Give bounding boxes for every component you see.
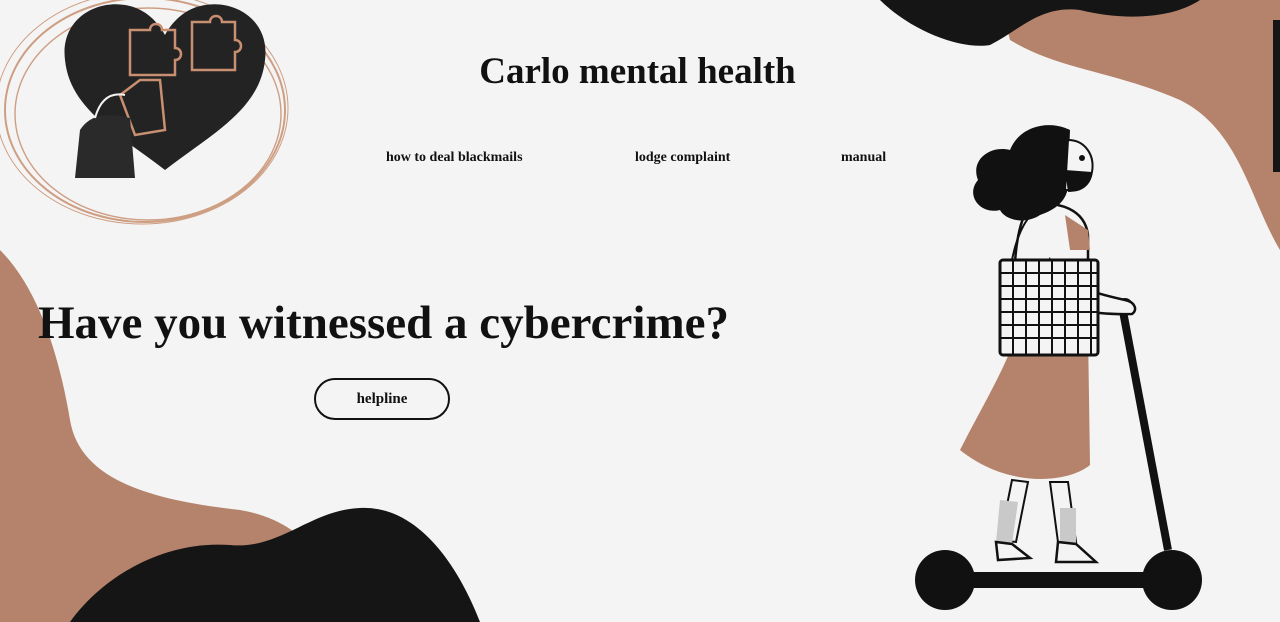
helpline-button[interactable]: helpline <box>314 378 450 420</box>
hero-heading: Have you witnessed a cybercrime? <box>38 297 729 349</box>
heart-puzzle-logo-icon[interactable] <box>0 0 300 230</box>
nav-link-how-to-deal-blackmails[interactable]: how to deal blackmails <box>386 150 523 166</box>
nav-link-lodge-complaint[interactable]: lodge complaint <box>635 150 730 166</box>
nav-link-manual[interactable]: manual <box>841 150 886 166</box>
site-title: Carlo mental health <box>479 51 796 92</box>
woman-on-scooter-illustration <box>915 125 1202 610</box>
